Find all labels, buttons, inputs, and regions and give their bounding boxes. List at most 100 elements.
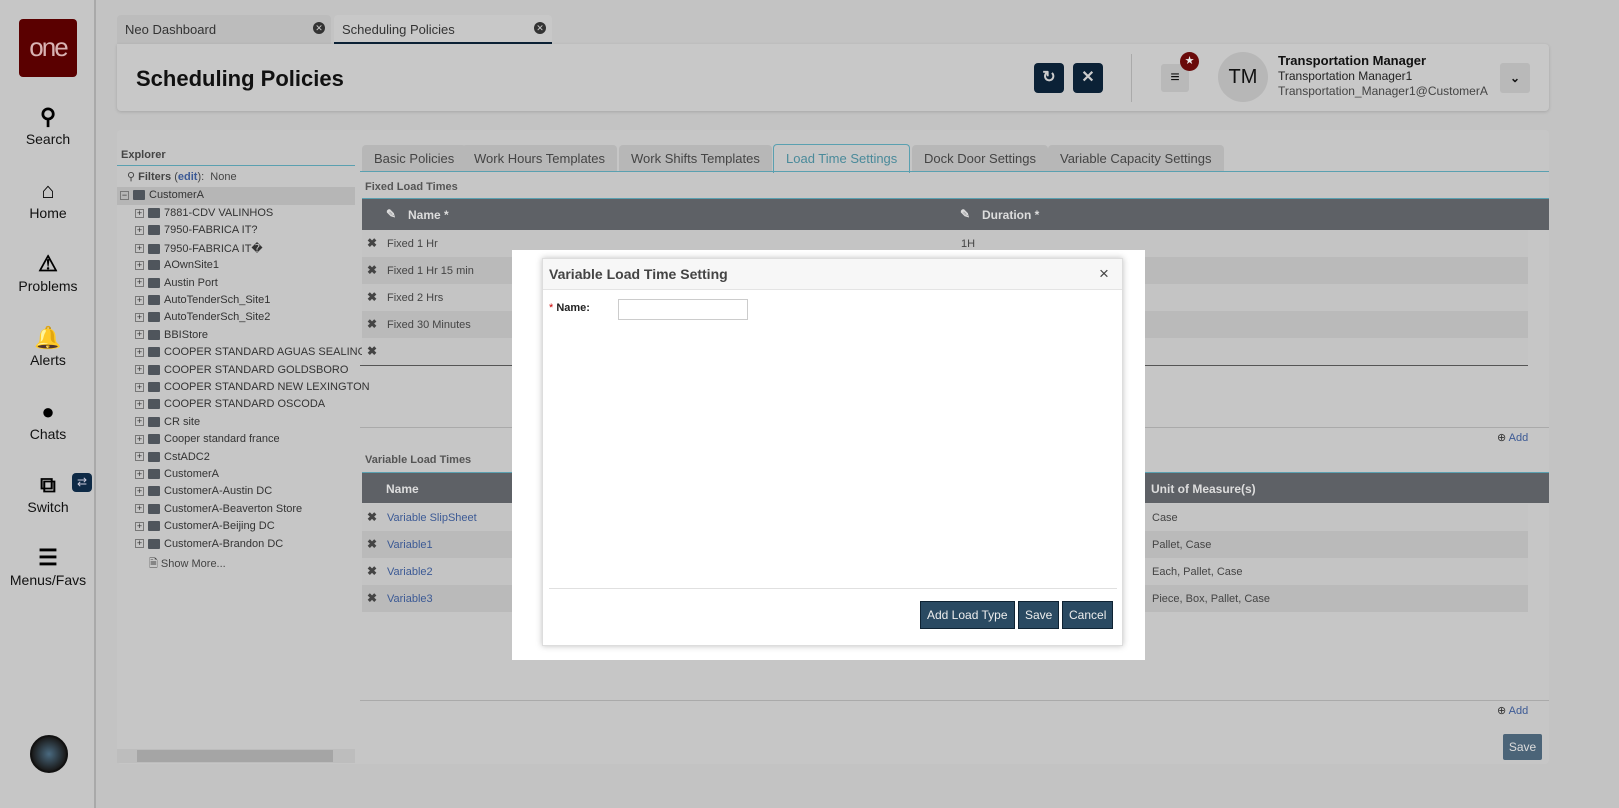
user-avatar[interactable]: TM	[1218, 52, 1268, 102]
column-name[interactable]: Name	[386, 482, 419, 496]
expand-icon[interactable]: +	[135, 382, 144, 392]
nav-home[interactable]: ⌂ Home	[0, 177, 96, 221]
nav-menus-favs[interactable]: ☰ Menus/Favs	[0, 544, 96, 588]
page-title: Scheduling Policies	[136, 66, 344, 91]
variable-name-link[interactable]: Variable1	[387, 539, 433, 551]
switch-badge-icon[interactable]: ⇄	[72, 473, 92, 492]
nav-alerts[interactable]: 🔔 Alerts	[0, 324, 96, 368]
tree-item[interactable]: + COOPER STANDARD GOLDSBORO	[135, 364, 348, 381]
column-duration[interactable]: Duration *	[982, 208, 1039, 222]
user-name: Transportation Manager	[1278, 53, 1427, 68]
tab-work-shifts-templates[interactable]: Work Shifts Templates	[619, 145, 772, 172]
tree-item[interactable]: + CstADC2	[135, 451, 210, 468]
expand-icon[interactable]: +	[135, 417, 144, 427]
warning-icon: ⚠	[38, 251, 58, 276]
dialog-save-button[interactable]: Save	[1018, 601, 1060, 629]
tab-neo-dashboard[interactable]: Neo Dashboard ✕	[117, 15, 331, 44]
tree-item[interactable]: + CustomerA-Austin DC	[135, 485, 272, 502]
variable-name-link[interactable]: Variable SlipSheet	[387, 512, 477, 524]
expand-icon[interactable]: +	[135, 208, 144, 218]
fixed-add-button[interactable]: ⊕ Add	[1497, 431, 1528, 444]
delete-icon[interactable]: ✖	[367, 510, 377, 524]
delete-icon[interactable]: ✖	[367, 591, 377, 605]
tree-item[interactable]: + AOwnSite1	[135, 259, 219, 276]
folder-icon	[148, 416, 160, 427]
expand-icon[interactable]: +	[135, 452, 144, 462]
tab-scheduling-policies[interactable]: Scheduling Policies ✕	[334, 15, 552, 44]
expand-icon[interactable]: +	[135, 347, 144, 357]
tree-item[interactable]: + COOPER STANDARD AGUAS SEALING (	[135, 346, 373, 363]
tree-item[interactable]: +7950-FABRICA IT�	[135, 242, 263, 259]
tree-item[interactable]: + CustomerA-Beaverton Store	[135, 503, 302, 520]
delete-icon[interactable]: ✖	[367, 537, 377, 551]
tree-item[interactable]: +7950-FABRICA IT?	[135, 224, 258, 241]
filters-edit-link[interactable]: edit	[178, 171, 198, 183]
expand-icon[interactable]: +	[135, 295, 144, 305]
tree-item[interactable]: +7881-CDV VALINHOS	[135, 207, 273, 224]
fixed-load-times-title: Fixed Load Times	[365, 181, 458, 193]
expand-icon[interactable]: +	[135, 521, 144, 531]
variable-name-link[interactable]: Variable2	[387, 566, 433, 578]
tree-item[interactable]: + CustomerA-Brandon DC	[135, 538, 283, 555]
expand-icon[interactable]: +	[135, 539, 144, 549]
expand-icon[interactable]: +	[135, 278, 144, 288]
tree-root[interactable]: − CustomerA	[120, 189, 204, 206]
nav-search[interactable]: ⚲ Search	[0, 103, 96, 147]
delete-icon[interactable]: ✖	[367, 317, 377, 331]
save-button[interactable]: Save	[1503, 734, 1542, 760]
name-input[interactable]	[618, 299, 748, 320]
expand-icon[interactable]: +	[135, 365, 144, 375]
tab-basic-policies[interactable]: Basic Policies	[362, 145, 467, 172]
delete-icon[interactable]: ✖	[367, 344, 377, 358]
tree-item[interactable]: + Austin Port	[135, 277, 218, 294]
expand-icon[interactable]: +	[135, 486, 144, 496]
nav-problems[interactable]: ⚠ Problems	[0, 250, 96, 294]
close-tab-icon[interactable]: ✕	[534, 22, 546, 34]
assistant-avatar[interactable]	[30, 735, 68, 773]
expand-icon[interactable]: +	[135, 312, 144, 322]
tab-variable-capacity-settings[interactable]: Variable Capacity Settings	[1048, 145, 1224, 172]
variable-add-button[interactable]: ⊕ Add	[1497, 704, 1528, 717]
delete-icon[interactable]: ✖	[367, 263, 377, 277]
add-load-type-button[interactable]: Add Load Type	[920, 601, 1015, 629]
tree-item[interactable]: + AutoTenderSch_Site1	[135, 294, 270, 311]
search-icon: ⚲	[127, 171, 139, 183]
tree-item[interactable]: + AutoTenderSch_Site2	[135, 311, 270, 328]
tree-item[interactable]: + CustomerA	[135, 468, 219, 485]
refresh-button[interactable]: ↻	[1034, 63, 1064, 93]
delete-icon[interactable]: ✖	[367, 236, 377, 250]
app-logo[interactable]: one	[19, 19, 77, 77]
nav-chats[interactable]: ● Chats	[0, 398, 96, 442]
tree-item[interactable]: + COOPER STANDARD OSCODA	[135, 398, 325, 415]
close-button[interactable]: ✕	[1073, 63, 1103, 93]
dialog-cancel-button[interactable]: Cancel	[1062, 601, 1114, 629]
tree-item[interactable]: + Cooper standard france	[135, 433, 280, 450]
collapse-icon[interactable]: −	[120, 190, 129, 200]
tree-item[interactable]: + CR site	[135, 416, 200, 433]
folder-icon	[148, 312, 160, 323]
expand-icon[interactable]: +	[135, 434, 144, 444]
horizontal-scrollbar[interactable]	[117, 749, 355, 763]
tree-item[interactable]: + BBIStore	[135, 329, 208, 346]
expand-icon[interactable]: +	[135, 260, 144, 270]
column-name[interactable]: Name *	[408, 208, 449, 222]
tree-item[interactable]: + CustomerA-Beijing DC	[135, 520, 275, 537]
user-menu-chevron-down-icon[interactable]: ⌄	[1500, 63, 1530, 93]
close-tab-icon[interactable]: ✕	[313, 22, 325, 34]
tab-work-hours-templates[interactable]: Work Hours Templates	[462, 145, 618, 172]
tree-item[interactable]: + COOPER STANDARD NEW LEXINGTON	[135, 381, 370, 398]
expand-icon[interactable]: +	[135, 244, 144, 254]
show-more-link[interactable]: 🗎 Show More...	[135, 555, 226, 574]
variable-name-link[interactable]: Variable3	[387, 593, 433, 605]
delete-icon[interactable]: ✖	[367, 290, 377, 304]
expand-icon[interactable]: +	[135, 330, 144, 340]
tab-dock-door-settings[interactable]: Dock Door Settings	[912, 145, 1048, 172]
expand-icon[interactable]: +	[135, 504, 144, 514]
delete-icon[interactable]: ✖	[367, 564, 377, 578]
close-icon[interactable]: ×	[1099, 264, 1109, 284]
expand-icon[interactable]: +	[135, 225, 144, 235]
column-unit-of-measure[interactable]: Unit of Measure(s)	[1151, 482, 1256, 496]
expand-icon[interactable]: +	[135, 399, 144, 409]
expand-icon[interactable]: +	[135, 469, 144, 479]
tab-load-time-settings[interactable]: Load Time Settings	[773, 144, 911, 173]
